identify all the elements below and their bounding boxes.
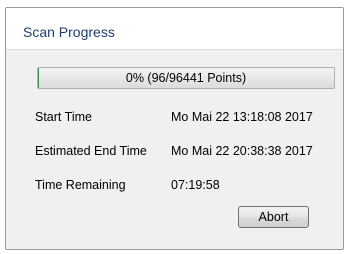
start-time-label: Start Time bbox=[35, 110, 92, 124]
title-bar: Scan Progress bbox=[6, 8, 343, 50]
abort-button[interactable]: Abort bbox=[238, 206, 309, 228]
dialog-title: Scan Progress bbox=[23, 24, 115, 40]
scan-progress-dialog: Scan Progress 0% (96/96441 Points) Start… bbox=[5, 7, 344, 250]
estimated-end-time-label: Estimated End Time bbox=[35, 144, 147, 158]
estimated-end-time-value: Mo Mai 22 20:38:38 2017 bbox=[171, 144, 313, 158]
time-remaining-value: 07:19:58 bbox=[171, 178, 220, 192]
progress-text: 0% (96/96441 Points) bbox=[125, 71, 247, 85]
scan-progress-bar: 0% (96/96441 Points) bbox=[37, 67, 335, 89]
time-remaining-label: Time Remaining bbox=[35, 178, 126, 192]
start-time-value: Mo Mai 22 13:18:08 2017 bbox=[171, 110, 313, 124]
